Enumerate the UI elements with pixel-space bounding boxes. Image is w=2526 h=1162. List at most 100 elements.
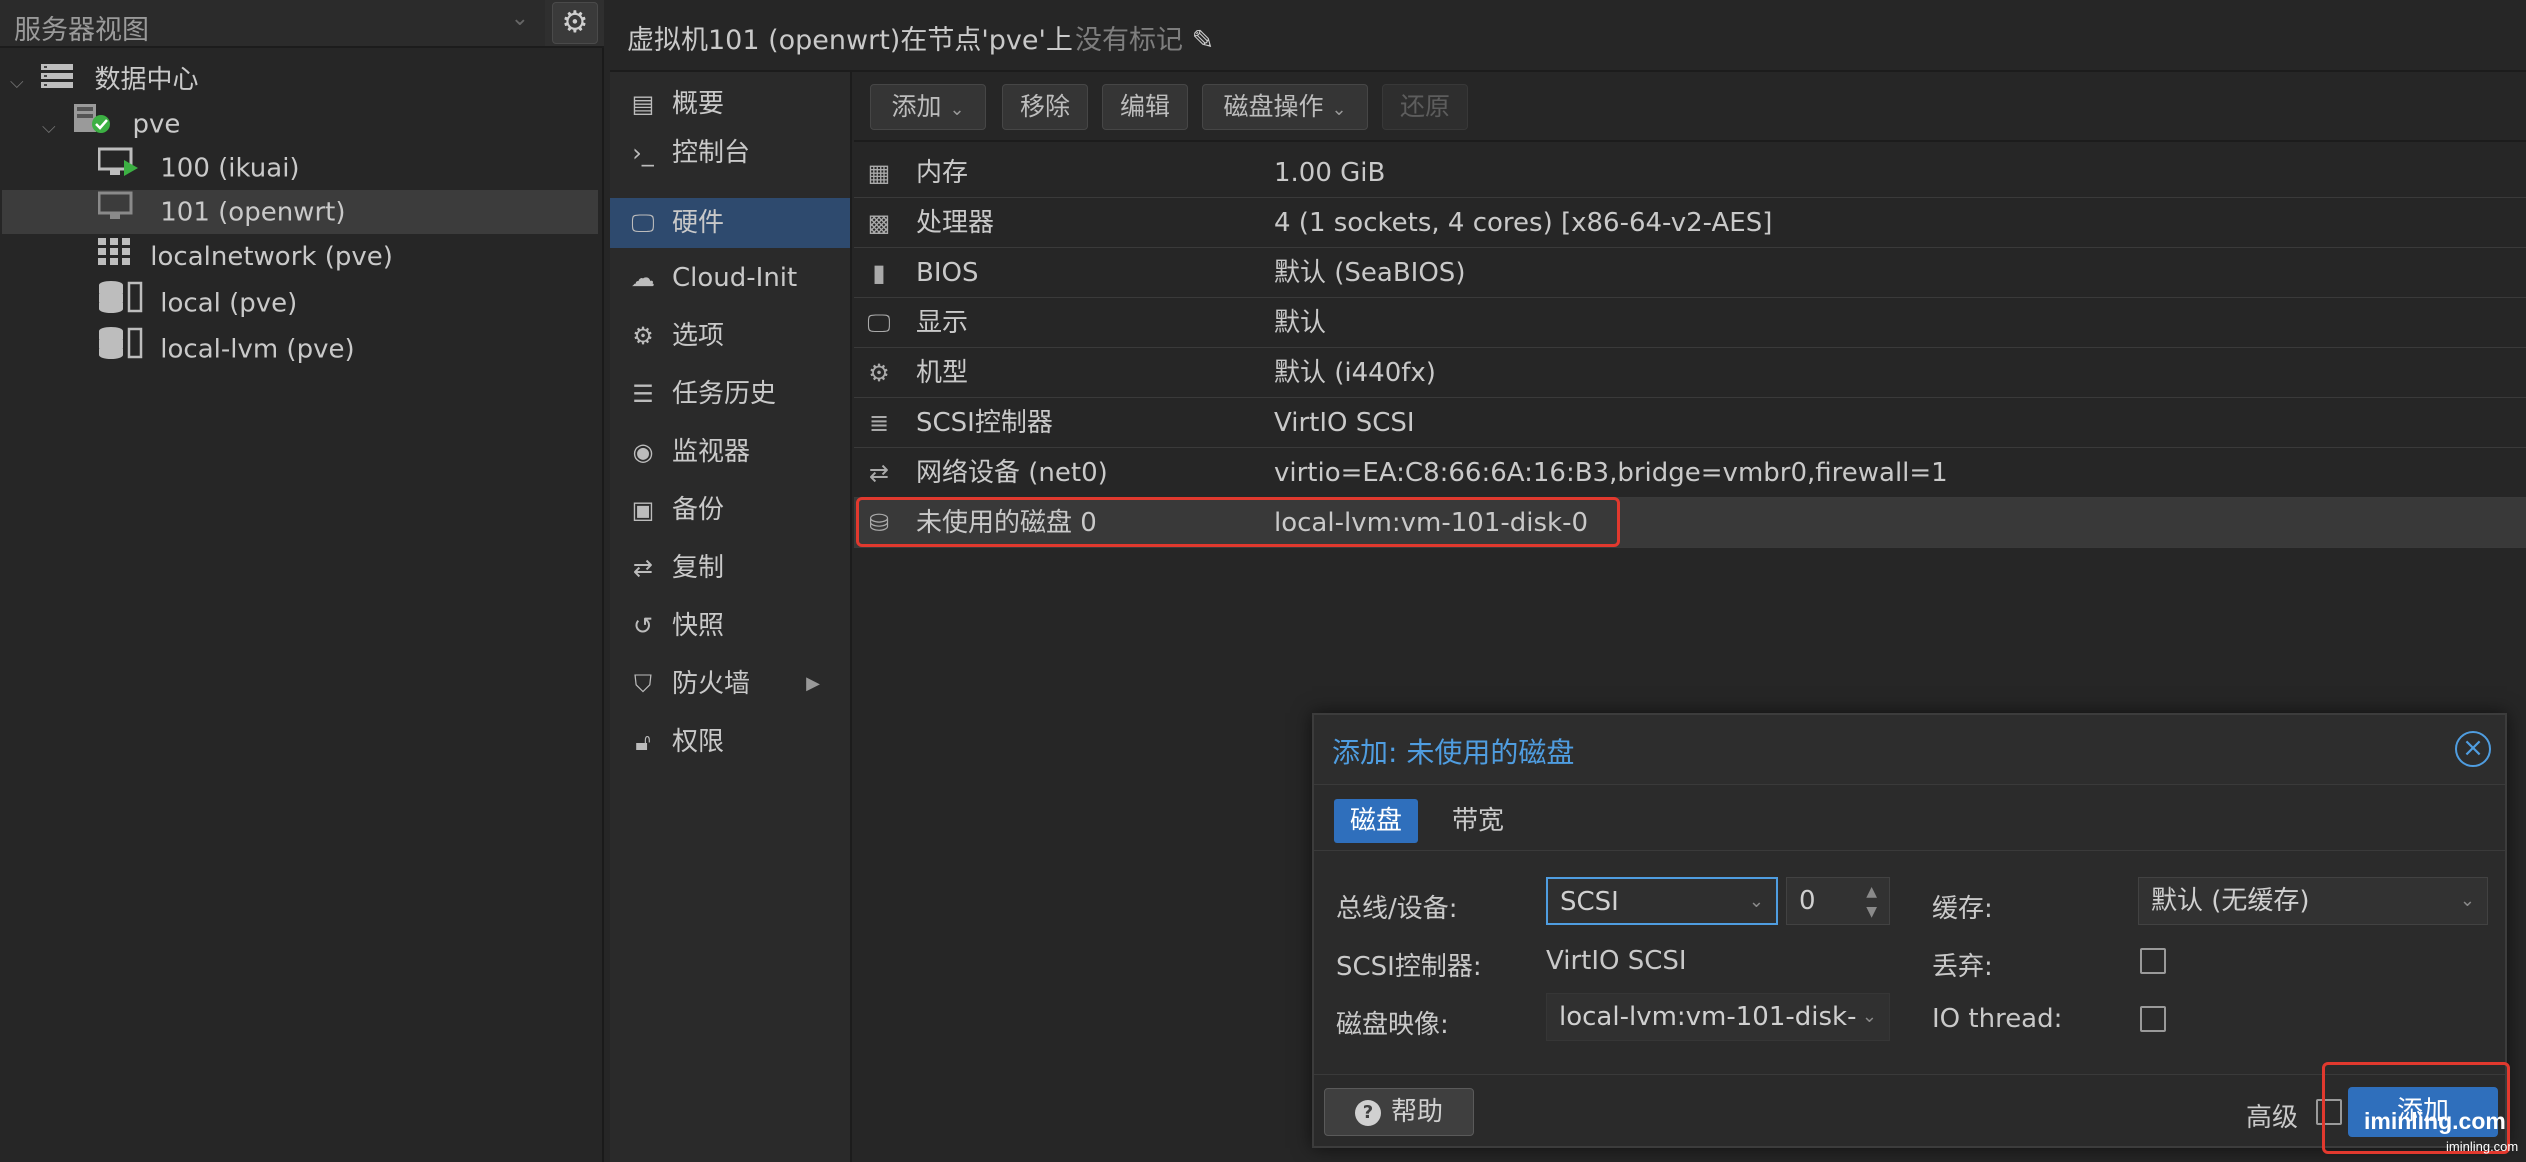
add-dropdown-button[interactable]: 添加 ⌄ bbox=[870, 84, 986, 130]
revert-button[interactable]: 还原 bbox=[1382, 84, 1468, 130]
edit-button[interactable]: 编辑 bbox=[1102, 84, 1188, 130]
collapse-arrow-icon[interactable]: ⌵ bbox=[10, 61, 32, 105]
sdn-grid-icon bbox=[98, 236, 130, 280]
tree-node-datacenter[interactable]: ⌵ 数据中心 bbox=[10, 58, 199, 102]
dialog-header: 添加: 未使用的磁盘 × bbox=[1314, 715, 2505, 785]
history-icon: ↺ bbox=[632, 612, 654, 640]
chevron-down-icon: ⌄ bbox=[510, 6, 529, 31]
device-index-spinner[interactable]: 0 ▲ ▼ bbox=[1786, 877, 1890, 925]
discard-checkbox[interactable] bbox=[2140, 948, 2166, 974]
eye-icon: ◉ bbox=[632, 438, 654, 466]
memory-icon: ▦ bbox=[867, 159, 891, 187]
cloud-icon: ☁ bbox=[631, 264, 655, 292]
bus-select[interactable]: SCSI ⌄ bbox=[1546, 877, 1778, 925]
hw-row-machine[interactable]: ⚙ 机型 默认 (i440fx) bbox=[854, 348, 2526, 398]
nav-item-label: 权限 bbox=[672, 727, 725, 757]
hw-row-bios[interactable]: ▮ BIOS 默认 (SeaBIOS) bbox=[854, 248, 2526, 298]
nav-item-label: Cloud-Init bbox=[672, 263, 798, 293]
tree-node-label: 101 (openwrt) bbox=[160, 197, 346, 228]
nav-item-firewall[interactable]: ⛉ 防火墙 ▶ bbox=[610, 660, 850, 708]
nav-item-label: 复制 bbox=[672, 553, 725, 583]
cache-select[interactable]: 默认 (无缓存) ⌄ bbox=[2138, 877, 2488, 925]
desktop-icon: 🖵 bbox=[867, 309, 891, 337]
nav-item-permissions[interactable]: 🔓︎ 权限 bbox=[610, 718, 850, 766]
tab-disk[interactable]: 磁盘 bbox=[1334, 799, 1419, 843]
advanced-label: 高级 bbox=[2246, 1103, 2299, 1133]
hw-value: 4 (1 sockets, 4 cores) [x86-64-v2-AES] bbox=[1274, 208, 1773, 238]
hw-value: 1.00 GiB bbox=[1274, 158, 1386, 188]
vm-running-icon bbox=[97, 146, 140, 192]
hw-key: SCSI控制器 bbox=[916, 408, 1053, 438]
tree-node-label: local (pve) bbox=[160, 288, 298, 319]
nav-item-monitor[interactable]: ◉ 监视器 bbox=[610, 428, 850, 476]
disk-image-value: local-lvm:vm-101-disk-0 bbox=[1559, 1002, 1874, 1032]
microchip-icon: ▮ bbox=[872, 259, 886, 287]
cache-select-value: 默认 (无缓存) bbox=[2151, 886, 2310, 916]
nav-item-label: 防火墙 bbox=[672, 669, 751, 699]
tree-node-storage-local[interactable]: local (pve) bbox=[98, 280, 297, 324]
nav-item-snapshots[interactable]: ↺ 快照 bbox=[610, 602, 850, 650]
nav-item-label: 快照 bbox=[672, 611, 725, 641]
nav-item-task-history[interactable]: ☰ 任务历史 bbox=[610, 370, 850, 418]
add-button-label: 添加 bbox=[891, 92, 942, 121]
gear-icon: ⚙ bbox=[632, 322, 654, 350]
nav-item-replication[interactable]: ⇄ 复制 bbox=[610, 544, 850, 592]
remove-button[interactable]: 移除 bbox=[1002, 84, 1088, 130]
nav-item-label: 硬件 bbox=[672, 208, 725, 238]
disk-image-label: 磁盘映像: bbox=[1336, 1010, 1449, 1040]
hw-key: 机型 bbox=[916, 358, 969, 388]
unlock-icon: 🔓︎ bbox=[635, 728, 651, 756]
nav-item-label: 选项 bbox=[672, 321, 725, 351]
hw-row-scsi-controller[interactable]: ≣ SCSI控制器 VirtIO SCSI bbox=[854, 398, 2526, 448]
hw-value: virtio=EA:C8:66:6A:16:B3,bridge=vmbr0,fi… bbox=[1274, 458, 1948, 488]
hw-row-memory[interactable]: ▦ 内存 1.00 GiB bbox=[854, 148, 2526, 198]
io-thread-checkbox[interactable] bbox=[2140, 1006, 2166, 1032]
help-button[interactable]: ? 帮助 bbox=[1324, 1088, 1474, 1136]
hw-row-display[interactable]: 🖵 显示 默认 bbox=[854, 298, 2526, 348]
collapse-arrow-icon[interactable]: ⌵ bbox=[42, 106, 64, 150]
scsi-controller-value: VirtIO SCSI bbox=[1546, 946, 1687, 976]
tree-node-pve[interactable]: ⌵ pve bbox=[42, 102, 180, 146]
bus-select-value: SCSI bbox=[1560, 887, 1619, 917]
hw-key: 显示 bbox=[916, 308, 969, 338]
hw-value: 默认 (SeaBIOS) bbox=[1274, 258, 1466, 288]
nav-item-hardware[interactable]: 🖵 硬件 bbox=[610, 198, 850, 248]
tree-node-vm-100[interactable]: 100 (ikuai) bbox=[97, 146, 300, 192]
scsi-controller-label: SCSI控制器: bbox=[1336, 952, 1482, 982]
list-icon: ☰ bbox=[632, 380, 654, 408]
tree-node-vm-101[interactable]: 101 (openwrt) bbox=[97, 190, 346, 234]
tree-node-label: pve bbox=[132, 109, 181, 140]
tree-node-localnetwork[interactable]: localnetwork (pve) bbox=[98, 235, 393, 279]
nav-item-options[interactable]: ⚙ 选项 bbox=[610, 312, 850, 360]
nav-item-cloud-init[interactable]: ☁ Cloud-Init bbox=[610, 254, 850, 302]
pencil-icon[interactable]: ✎ bbox=[1192, 25, 1215, 56]
tags-edit[interactable]: 没有标记 ✎ bbox=[1075, 18, 1214, 57]
close-icon[interactable]: × bbox=[2455, 731, 2491, 767]
disk-action-dropdown-button[interactable]: 磁盘操作 ⌄ bbox=[1202, 84, 1368, 130]
nav-item-label: 备份 bbox=[672, 495, 725, 525]
hw-key: 处理器 bbox=[916, 208, 995, 238]
gear-icon: ⚙ bbox=[561, 5, 589, 40]
nav-item-label: 概要 bbox=[672, 89, 725, 119]
hw-key: BIOS bbox=[916, 258, 979, 288]
hw-row-processor[interactable]: ▩ 处理器 4 (1 sockets, 4 cores) [x86-64-v2-… bbox=[854, 198, 2526, 248]
tree-settings-button[interactable]: ⚙ bbox=[552, 2, 598, 44]
vm-config-nav: ▤ 概要 ›_ 控制台 🖵 硬件 ☁ Cloud-Init ⚙ 选项 ☰ 任务历史 ◉ 监视器… bbox=[610, 72, 852, 1162]
view-select[interactable]: 服务器视图 ⌄ bbox=[0, 0, 545, 46]
chevron-down-icon: ⌄ bbox=[949, 99, 965, 120]
floppy-icon: ▣ bbox=[631, 496, 655, 524]
hw-row-network[interactable]: ⇄ 网络设备 (net0) virtio=EA:C8:66:6A:16:B3,b… bbox=[854, 448, 2526, 498]
spinner-arrows-icon[interactable]: ▲ ▼ bbox=[1860, 882, 1877, 922]
nav-item-console[interactable]: ›_ 控制台 bbox=[610, 129, 850, 177]
io-thread-label: IO thread: bbox=[1932, 1004, 2063, 1034]
storage-icon bbox=[98, 280, 144, 328]
tree-node-storage-local-lvm[interactable]: local-lvm (pve) bbox=[98, 326, 355, 370]
node-online-icon bbox=[72, 102, 112, 148]
expand-arrow-icon[interactable]: ▶ bbox=[806, 660, 820, 708]
nav-item-summary[interactable]: ▤ 概要 bbox=[610, 80, 850, 128]
nav-item-backup[interactable]: ▣ 备份 bbox=[610, 486, 850, 534]
tab-bandwidth[interactable]: 带宽 bbox=[1436, 799, 1520, 843]
disk-image-select[interactable]: local-lvm:vm-101-disk-0 ⌄ bbox=[1546, 993, 1890, 1041]
book-icon: ▤ bbox=[631, 90, 655, 118]
hw-key: 网络设备 (net0) bbox=[916, 458, 1108, 488]
